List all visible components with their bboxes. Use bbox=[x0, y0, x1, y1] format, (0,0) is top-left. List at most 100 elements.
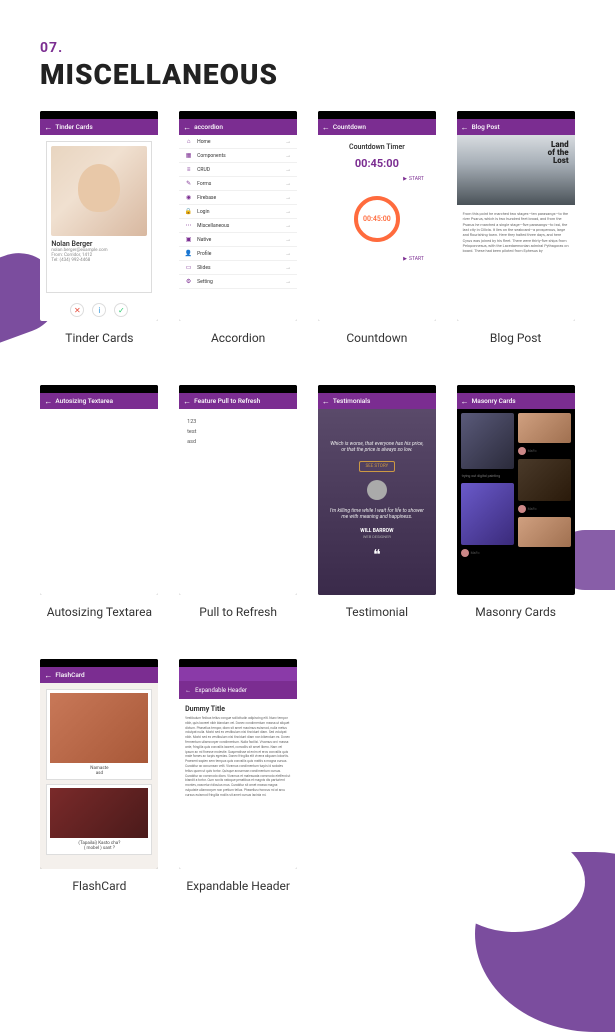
pull-list[interactable]: 123 test asd bbox=[179, 409, 297, 595]
cell-autosize: ←Autosizing Textarea Autosizing Textarea bbox=[40, 385, 159, 619]
item-icon: ⌂ bbox=[185, 138, 192, 145]
section-title: MISCELLANEOUS bbox=[40, 58, 575, 91]
start-button[interactable]: ▶ START bbox=[403, 176, 424, 182]
masonry-user[interactable]: MaFo bbox=[518, 447, 571, 455]
item-label: Forms bbox=[197, 181, 211, 187]
phone-expandable[interactable]: ←Expandable Header Dummy Title Vestibulu… bbox=[179, 659, 297, 869]
phone-masonry[interactable]: ←Masonry Cards trying out digital painti… bbox=[457, 385, 575, 595]
accordion-item[interactable]: ⋯Miscellaneous→ bbox=[179, 219, 297, 233]
appbar-title: accordion bbox=[194, 123, 223, 131]
phone-pull[interactable]: ←Feature Pull to Refresh 123 test asd bbox=[179, 385, 297, 595]
back-icon[interactable]: ← bbox=[44, 123, 52, 132]
cell-flashcard: ← FlashCard Namasteasd (Tapailai) Kasto c… bbox=[40, 659, 159, 893]
accordion-item[interactable]: ✎Forms→ bbox=[179, 177, 297, 191]
masonry-image[interactable] bbox=[461, 483, 514, 545]
item-label: Login bbox=[197, 209, 209, 215]
like-button[interactable]: ✓ bbox=[114, 303, 128, 317]
cell-accordion: ←accordion ⌂Home→▦Components→≡CRUD→✎Form… bbox=[179, 111, 298, 345]
list-item: test bbox=[187, 427, 289, 437]
cell-tinder: ← Tinder Cards Nolan Berger nolan.berger@… bbox=[40, 111, 159, 345]
cell-pull: ←Feature Pull to Refresh 123 test asd Pu… bbox=[179, 385, 298, 619]
caption-flashcard: FlashCard bbox=[72, 879, 126, 893]
flashcard[interactable]: Namasteasd bbox=[46, 689, 152, 780]
cell-testimonial: ←Testimonials Which is worse, that every… bbox=[318, 385, 437, 619]
reject-button[interactable]: ✕ bbox=[70, 303, 84, 317]
back-icon[interactable]: ← bbox=[183, 123, 191, 132]
tinder-card[interactable]: Nolan Berger nolan.berger@example.com Fr… bbox=[46, 141, 152, 293]
appbar-title: Feature Pull to Refresh bbox=[194, 397, 260, 405]
appbar-title: Autosizing Textarea bbox=[55, 397, 113, 405]
start-button-2[interactable]: ▶ START bbox=[403, 256, 424, 262]
accordion-item[interactable]: ≡CRUD→ bbox=[179, 163, 297, 177]
caption-testimonial: Testimonial bbox=[346, 605, 408, 619]
masonry-image[interactable] bbox=[461, 413, 514, 469]
phone-countdown[interactable]: ←Countdown Countdown Timer 00:45:00 ▶ ST… bbox=[318, 111, 436, 321]
testimonial-role: WEB DESIGNER bbox=[360, 534, 393, 539]
phone-accordion[interactable]: ←accordion ⌂Home→▦Components→≡CRUD→✎Form… bbox=[179, 111, 297, 321]
chevron-right-icon: → bbox=[285, 208, 291, 215]
caption-tinder: Tinder Cards bbox=[65, 331, 133, 345]
masonry-caption: trying out digital painting bbox=[461, 473, 514, 479]
accordion-item[interactable]: ▣Native→ bbox=[179, 233, 297, 247]
chevron-right-icon: → bbox=[285, 194, 291, 201]
item-label: Profile bbox=[197, 251, 211, 257]
back-icon[interactable]: ← bbox=[322, 123, 330, 132]
caption-masonry: Masonry Cards bbox=[475, 605, 556, 619]
back-icon[interactable]: ← bbox=[322, 397, 330, 406]
masonry-image[interactable] bbox=[518, 459, 571, 501]
item-icon: ▭ bbox=[185, 264, 192, 271]
phone-flashcard[interactable]: ←FlashCard Namasteasd (Tapailai) Kasto c… bbox=[40, 659, 158, 869]
testimonial-quote-1: Which is worse, that everyone has his pr… bbox=[328, 441, 426, 453]
back-icon[interactable]: ← bbox=[183, 397, 191, 406]
countdown-ring: 00:45:00 bbox=[354, 196, 400, 242]
masonry-image[interactable] bbox=[518, 517, 571, 547]
item-icon: ▦ bbox=[185, 152, 192, 159]
flashcard-text: Namasteasd bbox=[90, 766, 108, 776]
masonry-user[interactable]: MaFo bbox=[461, 549, 514, 557]
accordion-item[interactable]: 👤Profile→ bbox=[179, 247, 297, 261]
back-icon[interactable]: ← bbox=[185, 687, 191, 694]
tinder-name: Nolan Berger bbox=[51, 240, 147, 248]
cell-blog: ←Blog Post Landof theLost From this poin… bbox=[456, 111, 575, 345]
accordion-item[interactable]: 🔒Login→ bbox=[179, 205, 297, 219]
phone-testimonial[interactable]: ←Testimonials Which is worse, that every… bbox=[318, 385, 436, 595]
appbar-title: Expandable Header bbox=[195, 687, 247, 694]
item-label: Components bbox=[197, 153, 226, 159]
info-button[interactable]: i bbox=[92, 303, 106, 317]
accordion-item[interactable]: ◉Firebase→ bbox=[179, 191, 297, 205]
accordion-item[interactable]: ▭Slides→ bbox=[179, 261, 297, 275]
chevron-right-icon: → bbox=[285, 278, 291, 285]
chevron-right-icon: → bbox=[285, 222, 291, 229]
avatar bbox=[367, 480, 387, 500]
see-story-button[interactable]: SEE STORY bbox=[359, 461, 396, 472]
cell-expandable: ←Expandable Header Dummy Title Vestibulu… bbox=[179, 659, 298, 893]
tinder-photo bbox=[51, 146, 147, 236]
item-label: Firebase bbox=[197, 195, 216, 201]
accordion-item[interactable]: ▦Components→ bbox=[179, 149, 297, 163]
blog-body-text: From this point he marched two stages—te… bbox=[457, 205, 575, 321]
autosize-textarea[interactable] bbox=[40, 409, 158, 595]
masonry-image[interactable] bbox=[518, 413, 571, 443]
caption-pull: Pull to Refresh bbox=[199, 605, 277, 619]
item-icon: 👤 bbox=[185, 250, 192, 257]
back-icon[interactable]: ← bbox=[44, 671, 52, 680]
chevron-right-icon: → bbox=[285, 180, 291, 187]
flashcard-image bbox=[50, 693, 148, 763]
accordion-item[interactable]: ⚙Setting→ bbox=[179, 275, 297, 289]
testimonial-quote-2: I'm killing time while I wait for life t… bbox=[328, 508, 426, 520]
phone-tinder[interactable]: ←Tinder Cards Nolan Berger nolan.berger@… bbox=[40, 111, 158, 321]
quote-icon: ❝ bbox=[373, 547, 381, 563]
phone-blog[interactable]: ←Blog Post Landof theLost From this poin… bbox=[457, 111, 575, 321]
accordion-item[interactable]: ⌂Home→ bbox=[179, 135, 297, 149]
back-icon[interactable]: ← bbox=[461, 397, 469, 406]
appbar-title: Blog Post bbox=[472, 123, 500, 131]
masonry-user[interactable]: MaFo bbox=[518, 505, 571, 513]
back-icon[interactable]: ← bbox=[44, 397, 52, 406]
chevron-right-icon: → bbox=[285, 138, 291, 145]
list-item: 123 bbox=[187, 417, 289, 427]
countdown-time: 00:45:00 bbox=[355, 157, 399, 170]
phone-autosize[interactable]: ←Autosizing Textarea bbox=[40, 385, 158, 595]
back-icon[interactable]: ← bbox=[461, 123, 469, 132]
caption-expandable: Expandable Header bbox=[186, 879, 290, 893]
flashcard[interactable]: (Tapailai) Kasto cha?( mobel ) sant ? bbox=[46, 784, 152, 855]
